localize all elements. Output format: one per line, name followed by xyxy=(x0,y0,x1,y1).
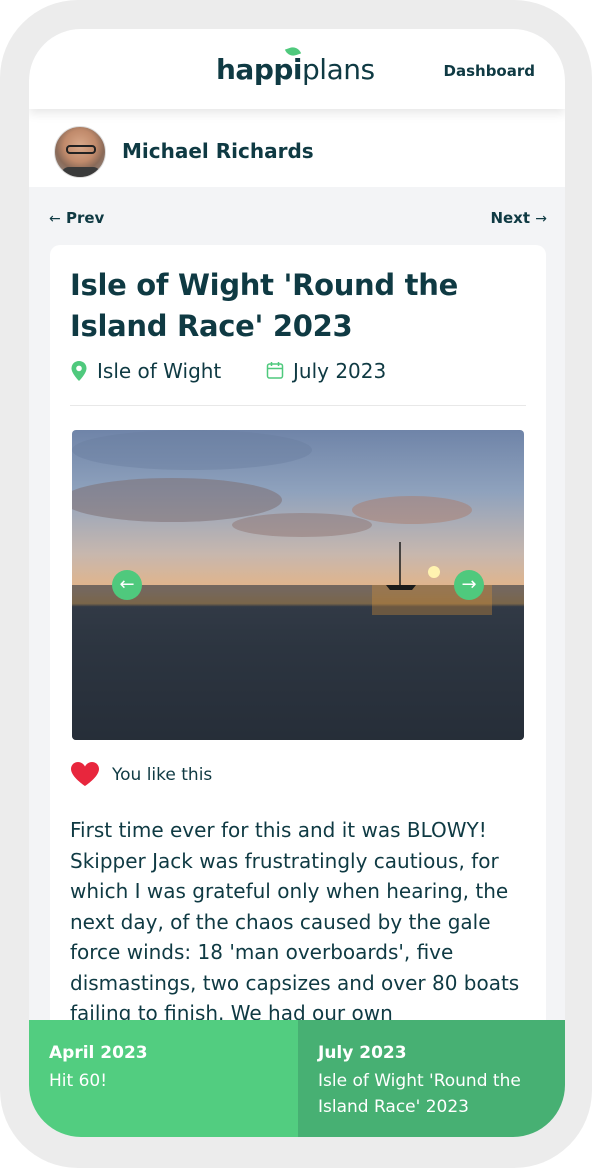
entry-date: July 2023 xyxy=(266,359,386,383)
entry-date-text: July 2023 xyxy=(293,359,387,383)
entry-meta: Isle of Wight July 2023 xyxy=(70,359,526,385)
timeline-previous-title: Hit 60! xyxy=(49,1071,108,1091)
timeline-current-entry[interactable]: July 2023 Isle of Wight 'Round the Islan… xyxy=(298,1020,565,1137)
divider xyxy=(70,405,526,406)
logo-text-bold: happi xyxy=(216,53,303,86)
calendar-icon xyxy=(266,362,284,379)
like-text: You like this xyxy=(112,765,213,785)
avatar-glasses xyxy=(66,145,96,154)
timeline-previous-entry[interactable]: April 2023 Hit 60! xyxy=(29,1020,298,1137)
carousel-prev-button[interactable]: ← xyxy=(112,570,142,600)
prev-label: Prev xyxy=(65,209,105,227)
map-pin-icon xyxy=(71,361,87,381)
heart-icon[interactable] xyxy=(70,761,100,787)
timeline-current-title: Isle of Wight 'Round the Island Race' 20… xyxy=(318,1071,521,1117)
entry-pager: ← Prev Next → xyxy=(29,207,565,231)
dashboard-link[interactable]: Dashboard xyxy=(444,62,535,80)
entry-card: Isle of Wight 'Round the Island Race' 20… xyxy=(50,245,546,1137)
avatar-shirt xyxy=(61,167,101,177)
happiplans-logo[interactable]: happiplans xyxy=(216,44,375,86)
avatar[interactable] xyxy=(54,126,106,178)
entry-location-text: Isle of Wight xyxy=(97,359,222,383)
arrow-left-icon: ← xyxy=(49,211,61,227)
profile-bar: Michael Richards xyxy=(29,109,565,187)
entry-photo: ← → xyxy=(72,430,524,740)
entry-location: Isle of Wight xyxy=(70,359,221,383)
timeline-navigation: April 2023 Hit 60! July 2023 Isle of Wig… xyxy=(29,1020,565,1137)
next-link[interactable]: Next → xyxy=(490,209,547,227)
timeline-current-date: July 2023 xyxy=(318,1043,407,1063)
like-row: You like this xyxy=(70,761,370,789)
next-label: Next xyxy=(490,209,531,227)
app-header: happiplans Dashboard xyxy=(29,29,565,109)
app-screen: happiplans Dashboard Michael Richards ← … xyxy=(29,29,565,1137)
prev-link[interactable]: ← Prev xyxy=(49,209,104,227)
phone-frame: happiplans Dashboard Michael Richards ← … xyxy=(0,0,592,1168)
timeline-previous-date: April 2023 xyxy=(49,1043,148,1063)
profile-name[interactable]: Michael Richards xyxy=(122,139,314,163)
logo-text-light: plans xyxy=(302,53,375,86)
arrow-right-icon: → xyxy=(535,211,547,227)
arrow-right-icon: → xyxy=(461,574,477,595)
arrow-left-icon: ← xyxy=(119,574,135,595)
entry-description: First time ever for this and it was BLOW… xyxy=(70,818,520,1025)
entry-title: Isle of Wight 'Round the Island Race' 20… xyxy=(70,268,458,343)
carousel-next-button[interactable]: → xyxy=(454,570,484,600)
